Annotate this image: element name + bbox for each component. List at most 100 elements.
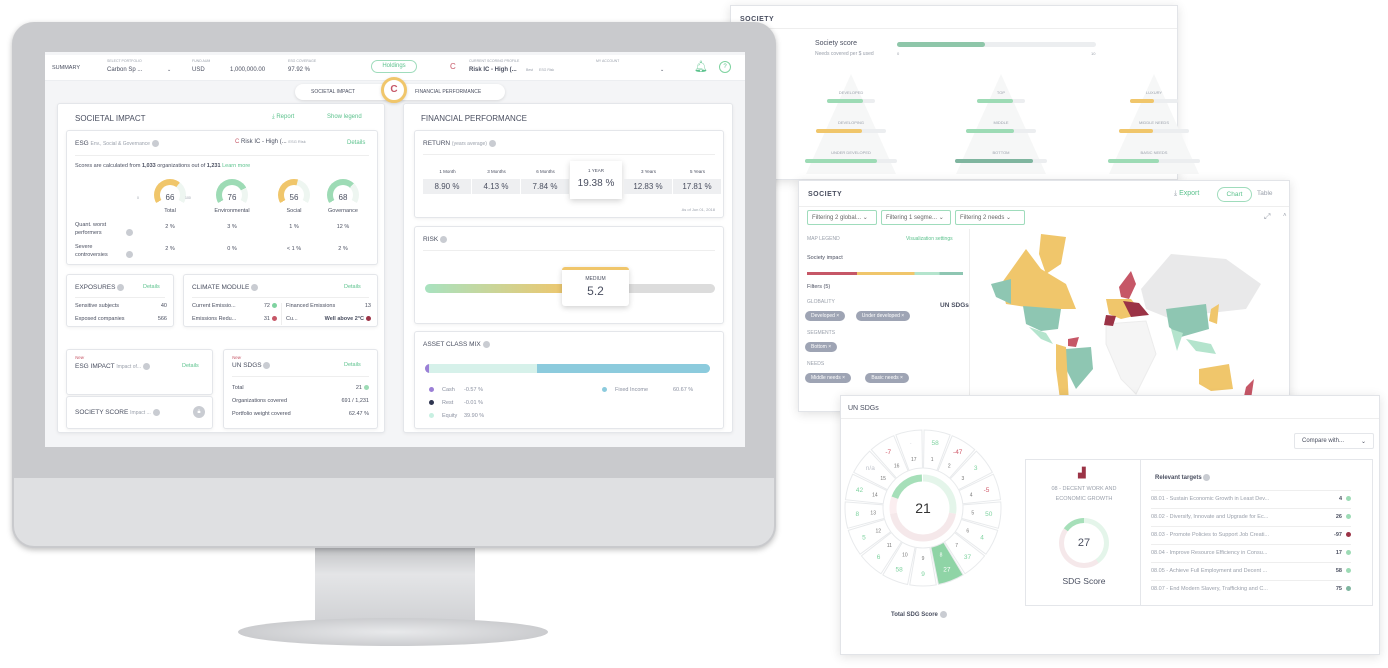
period-option[interactable]: 3 Months 4.13 % [472,169,521,194]
sdg-segment-number: 15 [880,476,886,482]
globality-filter[interactable]: Filtering 2 global... ⌄ [807,210,877,225]
esg-details-link[interactable]: Details [347,140,365,146]
compare-with-select[interactable]: Compare with... ⌄ [1294,433,1374,449]
sdg-segment-score: 42 [856,487,864,494]
map-australia [1199,364,1233,391]
pyramid-level-bar [827,99,875,103]
target-row[interactable]: 08.04 - Improve Resource Efficiency in C… [1151,544,1351,562]
portfolio-select[interactable]: Carbon Sp ... [107,67,142,73]
map-southeast-asia [1186,339,1216,354]
map-africa [1105,320,1157,395]
panel-title: SOCIETAL IMPACT [75,114,146,123]
coverage-value: 97.92 % [288,67,311,73]
sdg-segment-number: 6 [966,528,969,534]
society-map-panel: SOCIETY ⤓ Export Chart Table Filtering 2… [798,180,1290,412]
pyramid-level-label: MIDDLE NEEDS [1138,120,1169,125]
filter-chip[interactable]: Basic needs × [865,373,909,383]
sdg-segment-number: 8 [940,553,943,559]
un-sdgs-card: New UN SDGS Details Total 21 Organizations… [223,349,378,429]
map-greenland [1039,234,1066,274]
sdg-segment-score: 9 [921,571,925,578]
help-icon[interactable]: ? [719,61,731,73]
sdg-segment-number: 13 [870,511,876,517]
esg-impact-details-link[interactable]: Details [182,363,199,369]
summary-link[interactable]: SUMMARY [52,65,80,71]
exposures-details-link[interactable]: Details [143,284,160,290]
filter-group-label: SEGMENTS [807,330,836,336]
tab-financial-performance[interactable]: FINANCIAL PERFORMANCE [415,89,481,95]
filter-chip[interactable]: Bottom × [805,342,838,352]
report-button[interactable]: ⤓ Report [272,114,294,121]
map-alaska [991,279,1011,304]
chevron-down-icon[interactable]: ⌄ [167,67,171,73]
filter-chip[interactable]: Developed × [805,311,846,321]
sdg-segment-score: 4 [980,534,984,541]
esg-gauge-total[interactable]: 66 Total [140,179,200,219]
risk-card: RISK MEDIUM 5.2 [414,226,724,324]
esg-impact-title: ESG IMPACT Impact of... [75,363,150,370]
pyramid-level-bar [966,129,1036,133]
account-menu[interactable]: MY ACCOUNT [596,59,619,63]
needs-filter[interactable]: Filtering 2 needs ⌄ [955,210,1025,225]
esg-gauge-environmental[interactable]: 76 Environmental [202,179,262,219]
world-map[interactable] [971,229,1290,412]
segment-filter[interactable]: Filtering 1 segme... ⌄ [881,210,951,225]
period-option[interactable]: 3 Years 12.83 % [624,169,673,194]
target-row[interactable]: 08.07 - End Modern Slavery, Trafficking … [1151,580,1351,598]
aum-value[interactable]: 1,000,000.00 [230,67,265,73]
sdg-segment-score: 27 [943,567,951,574]
pyramid-level-label: BOTTOM [992,150,1010,155]
target-row[interactable]: 08.05 - Achieve Full Employment and Dece… [1151,562,1351,580]
currency-select[interactable]: USD [192,67,205,73]
new-badge: New [75,355,85,360]
sdg-segment-number: 10 [902,553,908,559]
esg-gauge-governance[interactable]: 68 Governance [313,179,373,219]
profile-select[interactable]: Risk IC - High (... [469,67,517,73]
sdg-score-value: 27 [1064,523,1104,563]
esg-row-value[interactable]: 2 % [140,224,200,230]
sdg-segment-number: 2 [948,463,951,469]
climate-details-link[interactable]: Details [344,284,361,290]
sdg-segment-number: 4 [970,492,973,498]
sdg-segment-score: · [910,440,912,447]
tab-table[interactable]: Table [1257,190,1273,197]
collapse-icon[interactable]: ˄ [1283,213,1287,219]
sdg-wheel[interactable]: 58 1 -47 2 3 3 -5 4 50 5 4 6 37 7 27 8 9 9 58 10 6 11 5 12 8 13 42… [841,426,1011,596]
financial-performance-panel: FINANCIAL PERFORMANCE RETURN (years aver… [403,103,733,433]
sdg-segment-score: 5 [862,534,866,541]
esg-row-value[interactable]: 2 % [140,246,200,252]
society-score-card: SOCIETY SCORE Impact ... 🔒︎ [66,396,213,429]
learn-more-link[interactable]: Learn more [222,163,250,169]
un-sdgs-details-link[interactable]: Details [344,362,361,368]
show-legend-link[interactable]: Show legend [327,114,362,120]
fullscreen-icon[interactable]: ⤢ [1264,212,1270,222]
target-row[interactable]: 08.01 - Sustain Economic Growth in Least… [1151,490,1351,508]
sdg-segment-number: 1 [931,457,934,463]
target-row[interactable]: 08.03 - Promote Policies to Support Job … [1151,526,1351,544]
period-option[interactable]: 1 Month 8.90 % [423,169,472,194]
visualization-settings-link[interactable]: Visualization settings [906,236,953,242]
period-option[interactable]: 6 Months 7.84 % [521,169,570,194]
pyramid-level-bar [805,159,897,163]
asset-class-item: Fixed Income 60.67 % [600,387,693,393]
holdings-button[interactable]: Holdings [371,60,417,73]
gauge-max: 100 [185,196,191,200]
period-option[interactable]: 5 Years 17.81 % [673,169,722,194]
tab-societal-impact[interactable]: SOCIETAL IMPACT [311,89,355,95]
climate-card: CLIMATE MODULE Details Current Emissio..… [183,274,378,327]
society-score-label: Society score [815,40,858,47]
society-score-sub: Needs covered per $ used [815,51,874,57]
esg-row-value: 12 % [336,224,350,230]
filter-chip[interactable]: Middle needs × [805,373,852,383]
period-1-year[interactable]: 1 YEAR 19.38 % [570,161,622,199]
un-sdgs-panel: UN SDGs Compare with... ⌄ 58 1 -47 2 3 3 -5 4 50… [840,395,1380,655]
tab-chart[interactable]: Chart [1217,187,1252,202]
sdg-segment-score: -5 [984,487,990,494]
target-row[interactable]: 08.02 - Diversify, Innovate and Upgrade … [1151,508,1351,526]
export-button[interactable]: ⤓ Export [1174,190,1199,198]
filter-group-label: NEEDS [807,361,825,367]
pyramid-level-label: DEVELOPED [838,90,864,95]
bell-icon[interactable]: 🔔︎ [694,60,708,73]
filter-chip[interactable]: Under developed × [855,311,911,321]
chevron-down-icon[interactable]: ⌄ [660,67,664,73]
